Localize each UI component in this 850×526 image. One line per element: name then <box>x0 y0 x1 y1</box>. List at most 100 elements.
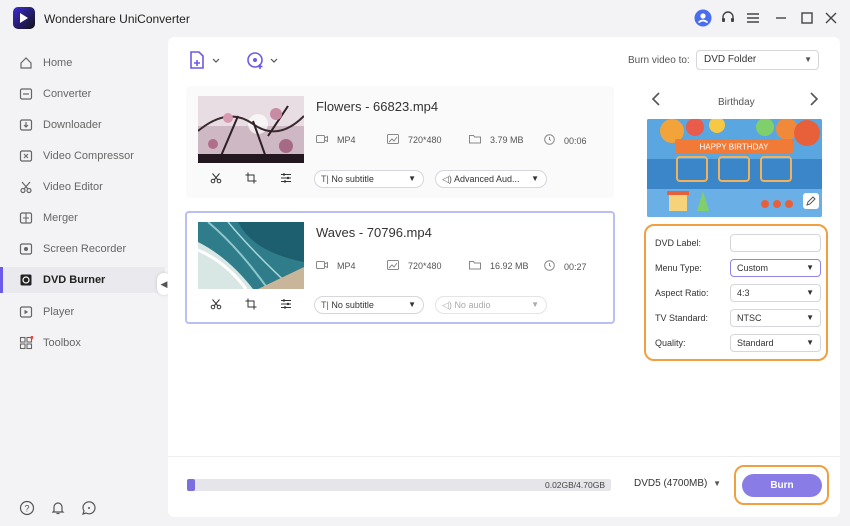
app-logo <box>13 7 35 29</box>
effects-sliders-icon[interactable] <box>279 297 293 311</box>
title-bar: Wondershare UniConverter <box>0 0 850 36</box>
video-size: 16.92 MB <box>469 260 529 272</box>
toolbox-icon <box>19 335 34 350</box>
video-format: MP4 <box>316 260 356 272</box>
video-thumbnail <box>198 222 304 289</box>
chevron-down-icon: ▼ <box>531 300 539 309</box>
video-title: Waves - 70796.mp4 <box>316 225 432 240</box>
template-name: Birthday <box>718 97 755 108</box>
chevron-down-icon: ▼ <box>806 288 814 297</box>
support-headset-icon[interactable] <box>718 8 738 28</box>
sidebar-item-video-editor[interactable]: Video Editor <box>0 174 165 200</box>
sidebar-item-toolbox[interactable]: Toolbox <box>0 330 165 356</box>
dvd-label-input[interactable] <box>730 234 821 252</box>
sidebar-item-screen-recorder[interactable]: Screen Recorder <box>0 236 165 262</box>
sidebar-item-label: Home <box>43 57 73 69</box>
chevron-down-icon: ▼ <box>806 313 814 322</box>
sidebar-item-label: DVD Burner <box>43 274 106 286</box>
next-template-icon[interactable] <box>808 91 820 112</box>
sidebar-item-home[interactable]: Home <box>0 50 165 76</box>
video-card[interactable]: Flowers - 66823.mp4 MP4 720*480 3.79 MB … <box>186 86 614 198</box>
video-format-icon <box>316 134 328 146</box>
play-icon <box>19 305 33 319</box>
disc-type-select[interactable]: DVD5 (4700MB) ▼ <box>627 475 727 495</box>
tv-standard-label: TV Standard: <box>655 313 709 323</box>
template-preview[interactable]: HAPPY BIRTHDAY <box>647 119 822 217</box>
edit-tools <box>198 171 304 185</box>
audio-select[interactable]: ◁) Advanced Aud... ▼ <box>435 170 547 188</box>
sidebar-item-label: Converter <box>43 88 92 100</box>
sidebar-item-downloader[interactable]: Downloader <box>0 112 165 138</box>
video-format-icon <box>316 260 328 272</box>
subtitle-select[interactable]: T| No subtitle ▼ <box>314 296 424 314</box>
crop-icon[interactable] <box>244 171 258 185</box>
trim-scissors-icon[interactable] <box>209 297 223 311</box>
aspect-ratio-select[interactable]: 4:3 ▼ <box>730 284 821 302</box>
dvd-settings-panel: DVD Label: Menu Type: Custom ▼ Aspect Ra… <box>644 224 828 361</box>
sidebar-item-label: Video Compressor <box>43 150 134 162</box>
speaker-icon: ◁) <box>442 174 452 184</box>
sidebar-item-label: Toolbox <box>43 337 81 349</box>
video-card[interactable]: Waves - 70796.mp4 MP4 720*480 16.92 MB 0… <box>185 211 615 324</box>
maximize-icon[interactable] <box>797 8 817 28</box>
effects-sliders-icon[interactable] <box>279 171 293 185</box>
resolution-icon <box>387 134 399 146</box>
clock-icon <box>544 260 555 273</box>
scissors-icon <box>19 180 33 194</box>
edit-tools <box>198 297 304 311</box>
load-dvd-button[interactable] <box>246 50 278 70</box>
menu-icon[interactable] <box>743 8 763 28</box>
crop-icon[interactable] <box>244 297 258 311</box>
chevron-down-icon: ▼ <box>408 300 416 309</box>
template-banner-text: HAPPY BIRTHDAY <box>700 143 770 152</box>
disc-capacity-fill <box>187 479 196 491</box>
burn-destination-value: DVD Folder <box>704 54 757 65</box>
disc-capacity-text: 0.02GB/4.70GB <box>544 480 605 490</box>
close-icon[interactable] <box>821 8 841 28</box>
video-resolution: 720*480 <box>387 134 442 146</box>
dvd-icon <box>19 273 33 287</box>
previous-template-icon[interactable] <box>650 91 662 112</box>
sidebar-item-dvd-burner[interactable]: DVD Burner <box>0 267 165 293</box>
sidebar-item-label: Merger <box>43 212 78 224</box>
video-duration: 00:27 <box>544 260 587 273</box>
help-icon[interactable]: ? <box>19 500 37 518</box>
menu-type-select[interactable]: Custom ▼ <box>730 259 821 277</box>
account-icon[interactable] <box>693 8 713 28</box>
burn-destination-select[interactable]: DVD Folder ▼ <box>696 50 819 70</box>
tv-standard-select[interactable]: NTSC ▼ <box>730 309 821 327</box>
sidebar-item-label: Player <box>43 306 75 318</box>
recorder-icon <box>19 242 33 256</box>
quality-select[interactable]: Standard ▼ <box>730 334 821 352</box>
subtitle-icon: T| <box>321 174 329 184</box>
sidebar-item-merger[interactable]: Merger <box>0 205 165 231</box>
subtitle-select[interactable]: T| No subtitle ▼ <box>314 170 424 188</box>
audio-select[interactable]: ◁) No audio ▼ <box>435 296 547 314</box>
folder-icon <box>469 134 481 146</box>
clock-icon <box>544 134 555 147</box>
aspect-ratio-label: Aspect Ratio: <box>655 288 709 298</box>
main-panel: Burn video to: DVD Folder ▼ Flowers - 66… <box>168 37 840 517</box>
edit-template-icon[interactable] <box>803 193 819 209</box>
add-files-button[interactable] <box>188 50 220 70</box>
minimize-icon[interactable] <box>771 8 791 28</box>
feedback-icon[interactable] <box>81 500 99 518</box>
video-resolution: 720*480 <box>387 260 442 272</box>
speaker-icon: ◁) <box>442 300 452 310</box>
sidebar-item-converter[interactable]: Converter <box>0 81 165 107</box>
menu-type-label: Menu Type: <box>655 263 702 273</box>
sidebar-item-video-compressor[interactable]: Video Compressor <box>0 143 165 169</box>
trim-scissors-icon[interactable] <box>209 171 223 185</box>
video-duration: 00:06 <box>544 134 587 147</box>
chevron-down-icon: ▼ <box>531 174 539 183</box>
compressor-icon <box>19 149 33 163</box>
sidebar-item-label: Video Editor <box>43 181 103 193</box>
downloader-icon <box>19 118 33 132</box>
sidebar-item-player[interactable]: Player <box>0 299 165 325</box>
chevron-down-icon: ▼ <box>806 263 814 272</box>
burn-button[interactable]: Burn <box>742 474 822 497</box>
sidebar-item-label: Downloader <box>43 119 102 131</box>
svg-text:?: ? <box>24 504 29 514</box>
notification-bell-icon[interactable] <box>50 500 68 518</box>
chevron-down-icon: ▼ <box>713 479 721 488</box>
